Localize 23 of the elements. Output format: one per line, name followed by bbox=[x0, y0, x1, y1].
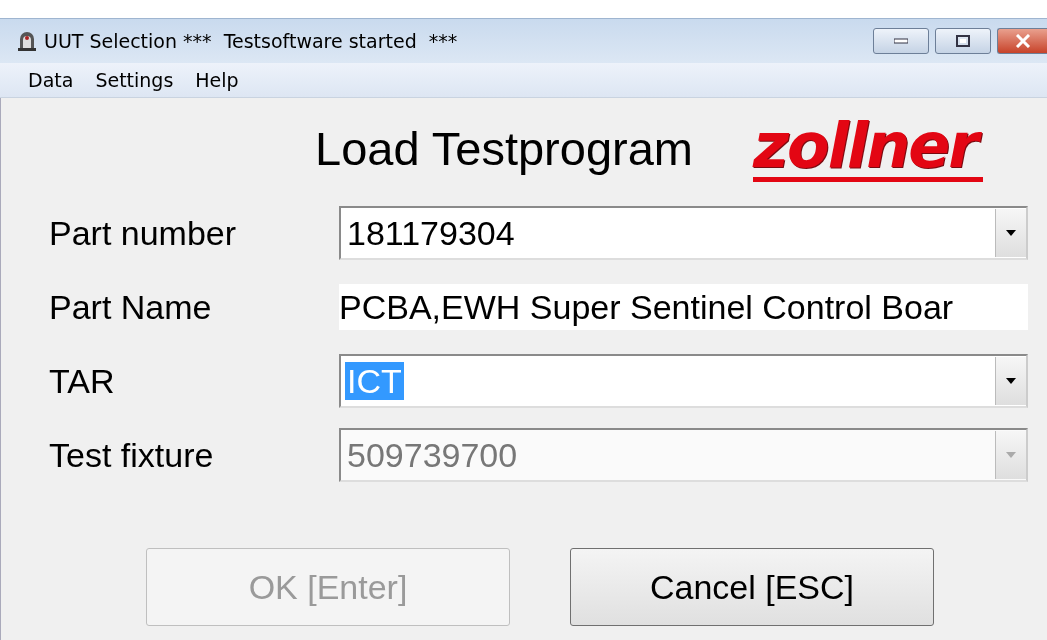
cancel-button[interactable]: Cancel [ESC] bbox=[570, 548, 934, 626]
field-label: Test fixture bbox=[49, 435, 215, 475]
maximize-button[interactable] bbox=[935, 28, 991, 54]
field-label: Part number bbox=[49, 213, 238, 253]
close-button[interactable] bbox=[997, 28, 1047, 54]
close-icon bbox=[1014, 34, 1031, 48]
dropdown-field[interactable]: 181179304 bbox=[339, 206, 1028, 260]
dialog-heading: Load Testprogram bbox=[315, 120, 693, 176]
field-label: TAR bbox=[49, 361, 116, 401]
field-value: PCBA,EWH Super Sentinel Control Boar bbox=[339, 284, 1028, 330]
minimize-icon bbox=[894, 38, 908, 44]
app-icon bbox=[16, 30, 38, 52]
menu-item[interactable]: Settings bbox=[84, 69, 185, 91]
window-title: UUT Selection *** Testsoftware started *** bbox=[44, 30, 459, 52]
dropdown-arrow-icon bbox=[1006, 378, 1016, 384]
dropdown-arrow-icon bbox=[1006, 452, 1016, 458]
maximize-icon bbox=[956, 35, 970, 47]
menu-item[interactable]: Data bbox=[17, 69, 85, 91]
field-label: Part Name bbox=[49, 287, 213, 327]
minimize-button[interactable] bbox=[873, 28, 929, 54]
dropdown-arrow-icon bbox=[1006, 230, 1016, 236]
menu-item[interactable]: Help bbox=[184, 69, 250, 91]
company-logo: zollner bbox=[753, 114, 983, 182]
